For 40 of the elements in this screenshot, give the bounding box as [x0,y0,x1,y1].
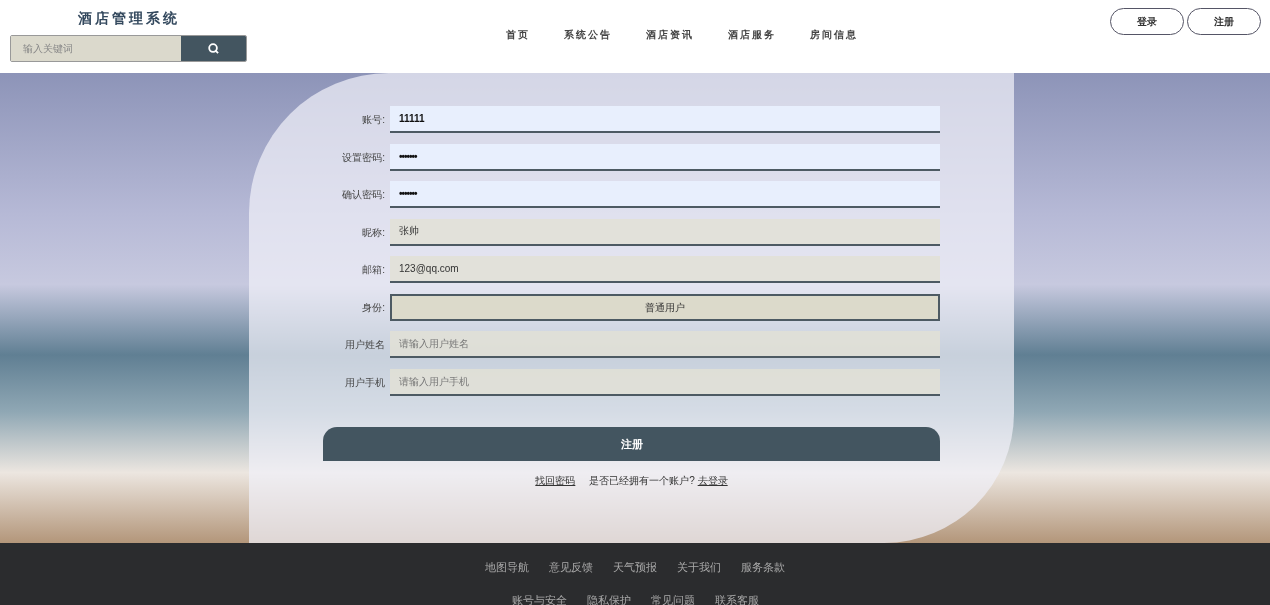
footer-link[interactable]: 常见问题 [650,591,695,605]
input-field[interactable]: 请输入用户手机 [390,368,940,396]
submit-button[interactable]: 注册 [323,427,940,461]
search-field[interactable]: 输入关键词 [10,35,247,62]
forgot-password-link[interactable]: 找回密码 [535,473,576,488]
field-label: 邮箱: [361,263,385,277]
footer-link[interactable]: 隐私保护 [586,591,631,605]
nav-link[interactable]: 酒店服务 [728,27,776,42]
footer-link[interactable]: 地图导航 [485,559,529,576]
field-label: 身份: [361,300,385,315]
input-field[interactable]: 请输入用户姓名 [390,331,940,358]
nav-link[interactable]: 系统公告 [564,27,612,42]
login-button[interactable]: 登录 [1110,8,1184,35]
login-link[interactable]: 去登录 [697,475,728,486]
field-label: 确认密码: [341,188,385,202]
question-text: 是否已经拥有一个账户? 去登录 [589,474,728,488]
footer-link[interactable]: 账号与安全 [511,591,567,605]
field-label: 用户姓名 [344,338,385,352]
nav-link[interactable]: 酒店资讯 [646,27,694,42]
input-field[interactable]: 123@qq.com [390,256,940,283]
footer-link[interactable]: 天气预报 [613,559,657,576]
footer-link[interactable]: 关于我们 [677,559,721,576]
input-field[interactable]: 张帅 [390,218,940,246]
site-title: 酒店管理系统 [77,9,180,28]
field-label: 设置密码: [341,150,385,165]
input-field[interactable]: 11111 [390,106,940,133]
footer-link[interactable]: 联系客服 [714,591,759,605]
nav-link[interactable]: 房间信息 [810,27,858,42]
footer-link[interactable]: 意见反馈 [549,559,593,576]
input-field[interactable]: ••••••• [390,143,940,171]
field-label: 账号: [361,113,385,127]
footer-link[interactable]: 服务条款 [741,559,785,576]
search-icon [208,43,219,54]
register-button[interactable]: 注册 [1187,8,1261,35]
identity-select[interactable]: 普通用户 [390,293,940,321]
input-field[interactable]: ••••••• [390,181,940,208]
field-label: 用户手机 [344,375,385,390]
search-button[interactable] [181,36,246,61]
nav-link[interactable]: 首页 [506,27,530,42]
field-label: 昵称: [361,225,385,240]
